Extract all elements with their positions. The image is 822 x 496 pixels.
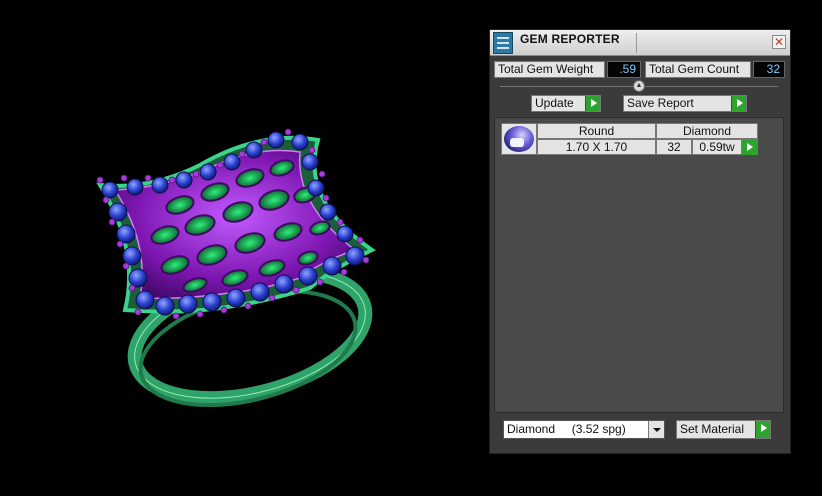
collapse-toggle-icon[interactable]: ▲	[633, 80, 645, 92]
play-arrow-icon	[585, 96, 600, 111]
play-arrow-icon	[755, 421, 770, 438]
gem-reporter-app-icon	[493, 32, 513, 54]
gem-highlight	[510, 138, 524, 147]
update-button-label: Update	[535, 96, 574, 110]
close-icon[interactable]: ✕	[772, 35, 786, 49]
material-select[interactable]: Diamond (3.52 spg)	[503, 420, 665, 439]
gem-row-action-button[interactable]	[742, 139, 758, 155]
set-material-button[interactable]: Set Material	[676, 420, 771, 439]
total-gem-count-label: Total Gem Count	[645, 61, 751, 78]
3d-viewport[interactable]	[0, 0, 488, 496]
ring-render[interactable]	[0, 0, 488, 496]
play-arrow-icon	[731, 96, 746, 111]
gem-shape-cell: Round	[537, 123, 656, 139]
gem-weight-cell: 0.59tw	[692, 139, 742, 155]
save-report-button[interactable]: Save Report	[623, 95, 747, 112]
chevron-down-icon[interactable]	[648, 421, 664, 438]
material-select-value: Diamond (3.52 spg)	[507, 422, 626, 436]
gem-count-cell: 32	[656, 139, 692, 155]
gem-material-cell: Diamond	[656, 123, 758, 139]
total-gem-weight-label: Total Gem Weight	[494, 61, 605, 78]
total-gem-count-value: 32	[753, 61, 785, 78]
title-bar[interactable]: GEM REPORTER ✕	[490, 30, 790, 56]
gem-size-cell: 1.70 X 1.70	[537, 139, 656, 155]
round-gem-thumbnail[interactable]	[501, 123, 537, 155]
total-gem-weight-value: .59	[607, 61, 641, 78]
play-arrow-icon	[742, 140, 757, 155]
save-report-button-label: Save Report	[627, 96, 694, 110]
gem-reporter-panel: GEM REPORTER ✕ Total Gem Weight .59 Tota…	[489, 29, 791, 454]
title-separator	[636, 33, 637, 53]
set-material-button-label: Set Material	[680, 422, 745, 436]
panel-title: GEM REPORTER	[520, 32, 620, 46]
gem-report-list[interactable]: Round Diamond 1.70 X 1.70 32 0.59tw	[494, 117, 784, 413]
update-button[interactable]: Update	[531, 95, 601, 112]
